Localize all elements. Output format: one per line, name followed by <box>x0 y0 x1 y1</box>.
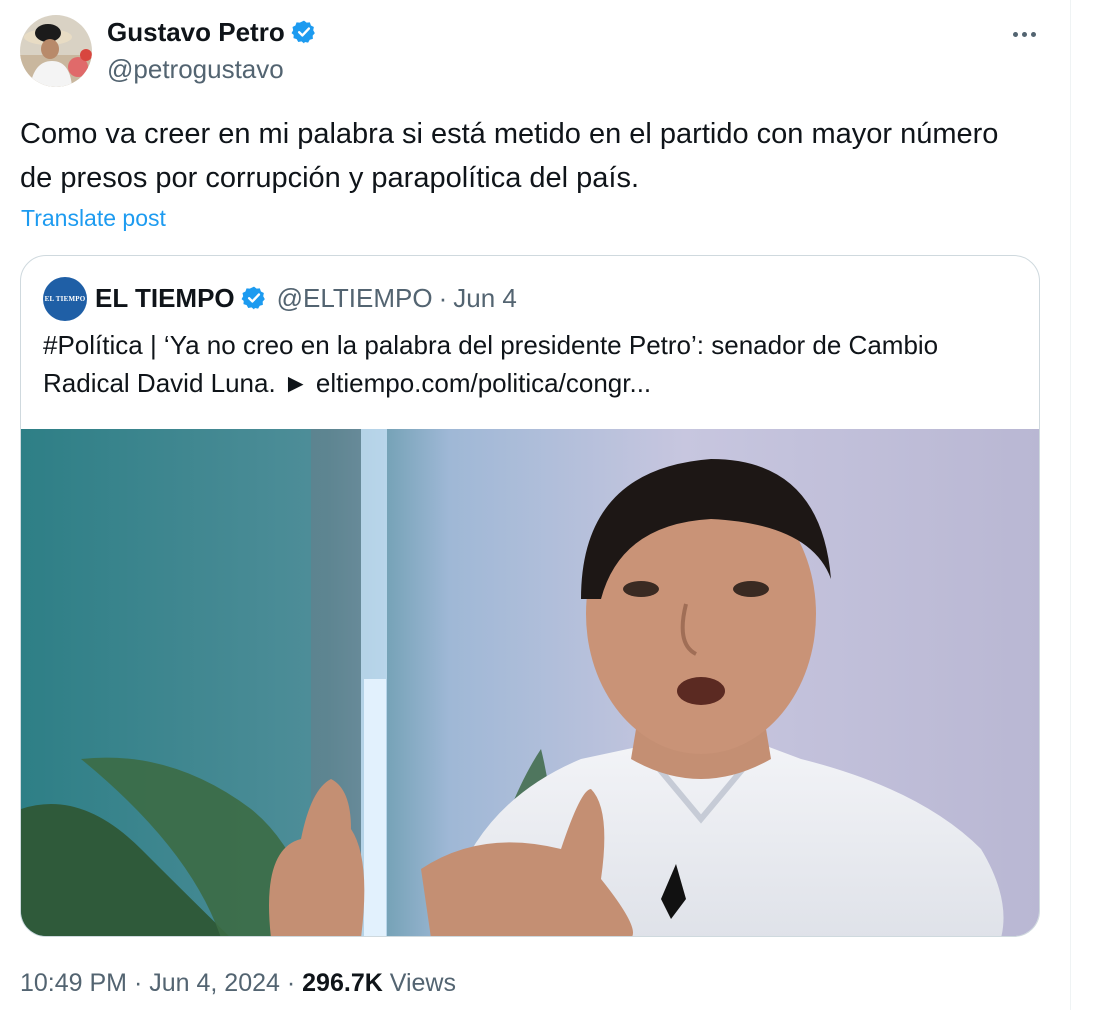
more-horizontal-icon <box>1030 31 1036 37</box>
quote-separator: · <box>438 283 448 313</box>
quote-avatar-logo-text: EL TIEMPO <box>44 295 86 303</box>
page-divider <box>1070 0 1071 1010</box>
more-options-button[interactable] <box>1006 20 1042 48</box>
quote-header: EL TIEMPO @ELTIEMPO · Jun 4 <box>95 280 517 316</box>
author-handle[interactable]: @petrogustavo <box>107 52 284 86</box>
author-name[interactable]: Gustavo Petro <box>107 15 285 49</box>
quote-media-image[interactable] <box>21 429 1040 937</box>
quote-author-handle[interactable]: @ELTIEMPO <box>277 280 433 316</box>
post-time[interactable]: 10:49 PM <box>20 969 127 997</box>
verified-badge-icon <box>291 20 315 44</box>
quote-avatar[interactable]: EL TIEMPO <box>43 277 87 321</box>
views-count: 296.7K <box>302 969 383 997</box>
quote-text: #Política | ‘Ya no creo en la palabra de… <box>43 330 939 398</box>
meta-separator: · <box>286 969 296 997</box>
post-date[interactable]: Jun 4, 2024 <box>149 969 280 997</box>
avatar-image <box>20 15 92 87</box>
quote-author-name[interactable]: EL TIEMPO <box>95 280 235 316</box>
more-horizontal-icon <box>1021 31 1027 37</box>
post-text: Como va creer en mi palabra si está meti… <box>20 118 999 194</box>
verified-badge-icon <box>241 286 265 310</box>
more-horizontal-icon <box>1012 31 1018 37</box>
quote-date[interactable]: Jun 4 <box>453 280 517 316</box>
author-name-row[interactable]: Gustavo Petro <box>107 15 317 49</box>
views-label: Views <box>389 969 456 997</box>
author-avatar[interactable] <box>20 15 92 87</box>
translate-post-link[interactable]: Translate post <box>21 203 166 233</box>
post-meta: 10:49 PM · Jun 4, 2024 · 296.7K Views <box>20 966 456 1000</box>
quoted-post-card[interactable]: EL TIEMPO EL TIEMPO @ELTIEMPO · Jun 4 #P… <box>20 255 1040 937</box>
meta-separator: · <box>133 969 143 997</box>
